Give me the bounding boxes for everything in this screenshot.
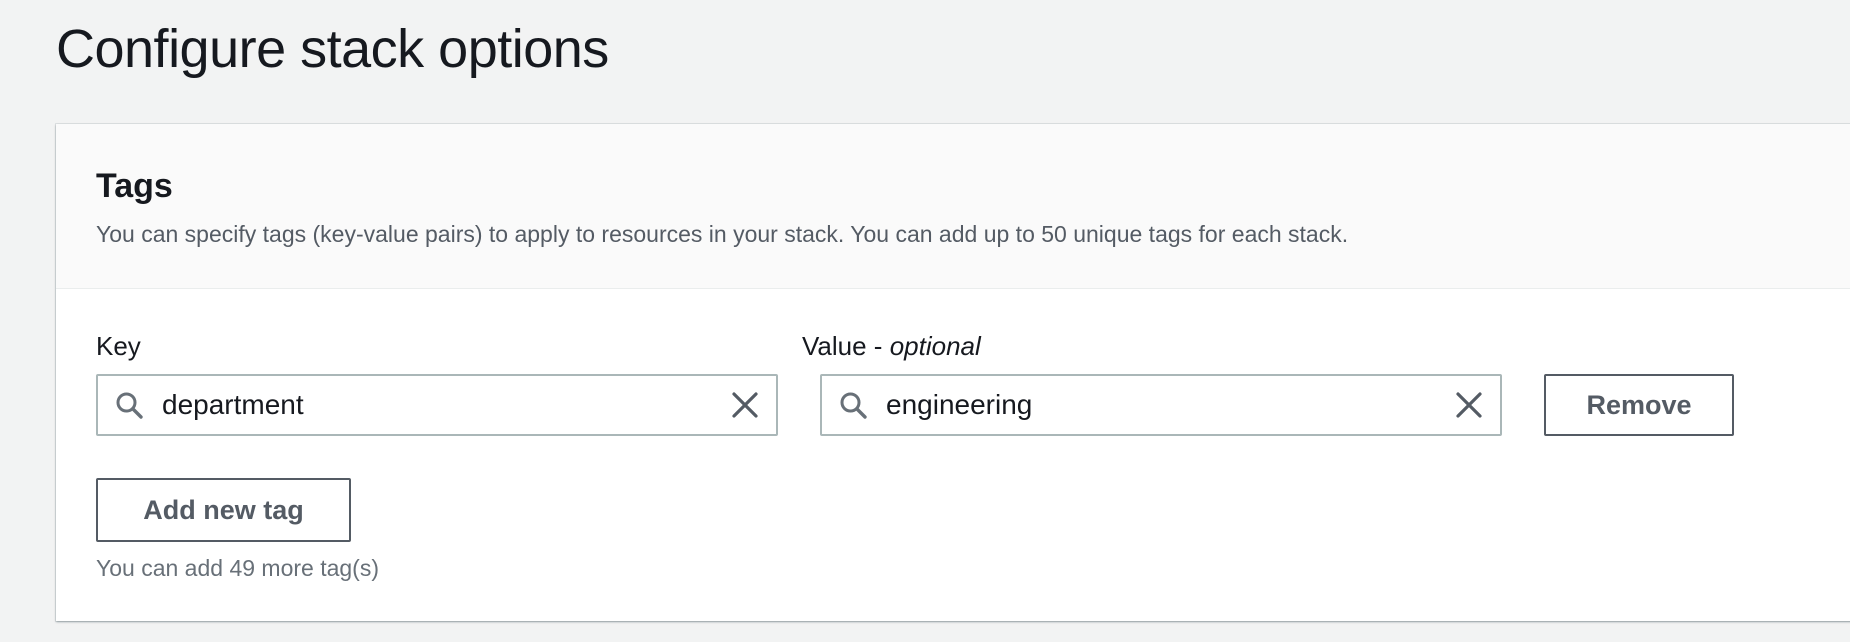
- tag-value-value[interactable]: engineering: [886, 376, 1032, 434]
- page-title: Configure stack options: [56, 19, 609, 79]
- tag-key-input[interactable]: department: [96, 374, 778, 436]
- tags-panel-title: Tags: [96, 167, 173, 205]
- search-icon: [840, 392, 867, 419]
- value-label-optional: optional: [889, 331, 981, 361]
- tag-key-value[interactable]: department: [162, 376, 304, 434]
- tags-panel-header: Tags You can specify tags (key-value pai…: [56, 124, 1850, 289]
- search-icon: [116, 392, 143, 419]
- value-label-text: Value -: [802, 331, 890, 361]
- remove-tag-button[interactable]: Remove: [1544, 374, 1734, 436]
- remaining-tags-text: You can add 49 more tag(s): [96, 555, 379, 581]
- tags-panel: Tags You can specify tags (key-value pai…: [56, 124, 1850, 621]
- tag-value-input[interactable]: engineering: [820, 374, 1502, 436]
- add-new-tag-button[interactable]: Add new tag: [96, 478, 351, 542]
- close-icon[interactable]: [1454, 390, 1484, 420]
- key-label: Key: [96, 331, 141, 361]
- close-icon[interactable]: [730, 390, 760, 420]
- tags-panel-description: You can specify tags (key-value pairs) t…: [96, 221, 1349, 247]
- value-label: Value - optional: [802, 328, 981, 364]
